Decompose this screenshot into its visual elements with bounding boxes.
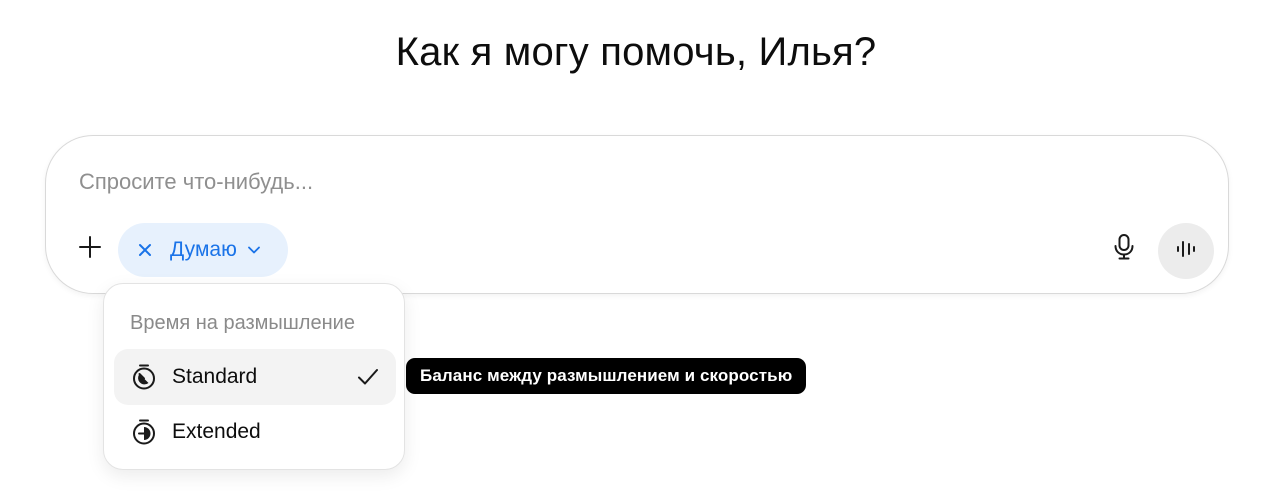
plus-icon [77, 234, 103, 265]
menu-heading: Время на размышление [130, 312, 355, 334]
menu-item-extended[interactable]: Extended [114, 404, 396, 460]
tooltip: Баланс между размышлением и скоростью [406, 358, 807, 394]
close-icon[interactable] [134, 239, 156, 261]
page-title: Как я могу помочь, Илья? [395, 30, 877, 74]
thinking-mode-chip[interactable]: Думаю [118, 223, 288, 277]
stopwatch-icon [130, 418, 158, 446]
page: Как я могу помочь, Илья? Думаю [0, 0, 1280, 501]
checkmark-icon [356, 365, 380, 389]
add-attachment-button[interactable] [74, 233, 106, 265]
prompt-input[interactable] [79, 165, 1079, 199]
thinking-mode-label: Думаю [170, 238, 237, 261]
voice-waveform-icon [1174, 238, 1198, 265]
menu-item-label: Extended [172, 420, 261, 443]
microphone-icon [1112, 233, 1136, 266]
chevron-down-icon [247, 245, 261, 255]
thinking-time-menu: Время на размышление Standard Extended [103, 283, 405, 470]
menu-item-label: Standard [172, 365, 258, 388]
stopwatch-icon [130, 363, 158, 391]
voice-mode-button[interactable] [1158, 223, 1214, 279]
menu-item-standard[interactable]: Standard [114, 349, 396, 405]
composer: Думаю [45, 135, 1229, 294]
microphone-button[interactable] [1108, 233, 1140, 265]
